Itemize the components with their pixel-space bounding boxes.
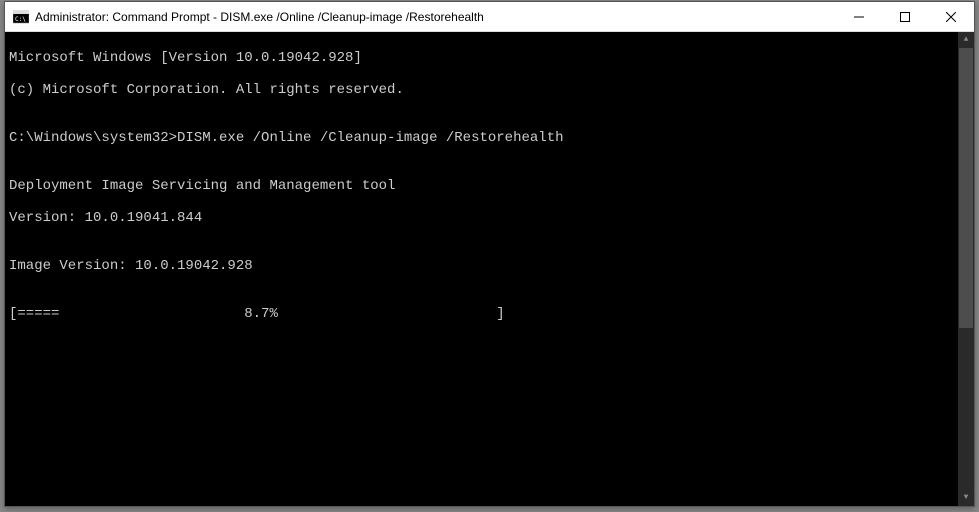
- window-title: Administrator: Command Prompt - DISM.exe…: [35, 10, 836, 24]
- scrollbar-thumb[interactable]: [959, 48, 973, 328]
- minimize-button[interactable]: [836, 2, 882, 32]
- maximize-button[interactable]: [882, 2, 928, 32]
- svg-text:C:\: C:\: [15, 16, 26, 23]
- close-button[interactable]: [928, 2, 974, 32]
- vertical-scrollbar[interactable]: ▲ ▼: [958, 32, 974, 506]
- window-controls: [836, 2, 974, 31]
- scroll-up-icon[interactable]: ▲: [958, 32, 974, 48]
- command-prompt-window: C:\ Administrator: Command Prompt - DISM…: [4, 1, 975, 507]
- prompt-command-line: C:\Windows\system32>DISM.exe /Online /Cl…: [9, 130, 970, 146]
- os-version-line: Microsoft Windows [Version 10.0.19042.92…: [9, 50, 970, 66]
- titlebar[interactable]: C:\ Administrator: Command Prompt - DISM…: [5, 2, 974, 32]
- terminal-output[interactable]: Microsoft Windows [Version 10.0.19042.92…: [5, 32, 974, 506]
- progress-bar-line: [===== 8.7% ]: [9, 306, 970, 322]
- cmd-icon: C:\: [13, 9, 29, 25]
- scroll-down-icon[interactable]: ▼: [958, 490, 974, 506]
- copyright-line: (c) Microsoft Corporation. All rights re…: [9, 82, 970, 98]
- dism-title-line: Deployment Image Servicing and Managemen…: [9, 178, 970, 194]
- image-version-line: Image Version: 10.0.19042.928: [9, 258, 970, 274]
- dism-version-line: Version: 10.0.19041.844: [9, 210, 970, 226]
